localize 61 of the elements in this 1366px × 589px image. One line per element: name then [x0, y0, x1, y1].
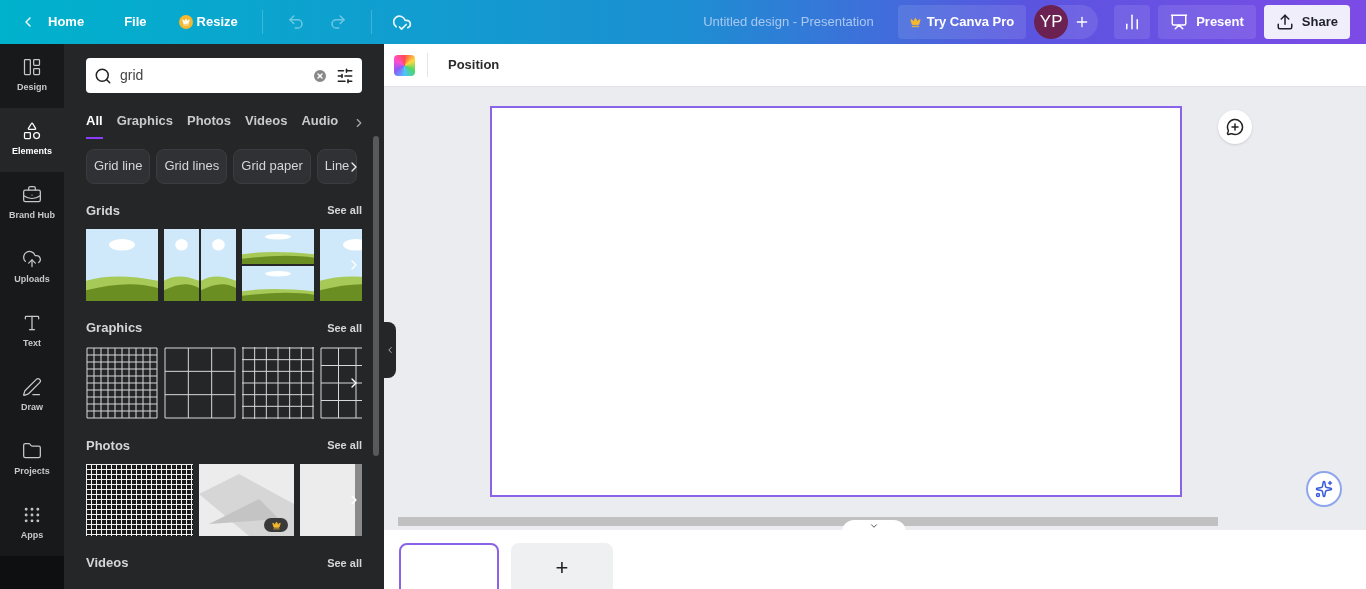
grid-drawing[interactable] — [86, 346, 158, 419]
comment-button[interactable] — [1218, 110, 1252, 144]
sidebar-item[interactable]: Draw — [0, 364, 64, 428]
crown-icon — [178, 15, 193, 29]
sidebar-item[interactable]: Design — [0, 44, 64, 108]
comment-icon — [1226, 118, 1244, 136]
collapse-panel-button[interactable] — [384, 322, 396, 378]
filter-tab[interactable]: Graphics — [116, 107, 173, 139]
suggestion-chip[interactable]: Line — [316, 148, 358, 184]
suggestion-chip[interactable]: Grid line — [86, 148, 151, 184]
chevron-down-icon — [869, 521, 879, 531]
filter-tab[interactable]: Audio — [301, 107, 339, 139]
avatar[interactable]: YP — [1034, 5, 1069, 39]
sidebar-item[interactable]: Uploads — [0, 236, 64, 300]
scrollbar[interactable] — [373, 136, 379, 456]
section-title: Photos — [86, 436, 131, 455]
filter-icon[interactable] — [336, 66, 354, 85]
search-icon — [94, 66, 112, 85]
sparkles-icon — [1315, 480, 1333, 498]
magic-button[interactable] — [1306, 471, 1342, 507]
layout-icon — [22, 57, 42, 78]
section-title: Videos — [86, 554, 129, 572]
sidebar-item[interactable]: Projects — [0, 428, 64, 492]
try-pro-button[interactable]: Try Canva Pro — [897, 5, 1027, 39]
see-all-link[interactable]: See all — [327, 437, 362, 454]
filter-tab[interactable]: All — [86, 107, 103, 139]
sidebar-item[interactable]: Brand Hub — [0, 172, 64, 236]
color-picker-icon[interactable] — [394, 54, 415, 76]
suggestion-chip[interactable]: Grid paper — [233, 148, 311, 184]
page-thumbnail[interactable] — [399, 543, 499, 589]
see-all-link[interactable]: See all — [327, 554, 362, 571]
presentation-icon — [1170, 13, 1189, 31]
present-button[interactable]: Present — [1158, 5, 1256, 39]
share-icon — [1275, 13, 1294, 31]
filter-tab[interactable]: Videos — [245, 107, 288, 139]
see-all-link[interactable]: See all — [327, 319, 362, 336]
section-title: Grids — [86, 201, 120, 220]
add-page-button[interactable]: + — [511, 543, 613, 589]
section-title: Graphics — [86, 319, 143, 337]
search-field[interactable]: grid — [86, 58, 362, 93]
crown-icon — [909, 16, 921, 28]
shapes-icon — [22, 121, 42, 142]
crown-icon — [271, 520, 281, 530]
grid-drawing[interactable] — [164, 346, 236, 419]
search-input[interactable]: grid — [120, 65, 304, 86]
grid-drawing[interactable] — [242, 346, 314, 419]
insights-button[interactable] — [1114, 5, 1151, 39]
share-button[interactable]: Share — [1263, 5, 1350, 39]
upload-icon — [22, 249, 42, 270]
filter-tab[interactable]: Photos — [187, 107, 232, 139]
sidebar-item[interactable]: Elements — [0, 108, 64, 172]
cloud-icon[interactable] — [391, 12, 412, 32]
clear-icon[interactable] — [312, 67, 328, 84]
see-all-link[interactable]: See all — [327, 202, 362, 219]
horizontal-scrollbar[interactable] — [398, 517, 1218, 526]
pen-icon — [22, 377, 42, 398]
chevron-left-icon — [385, 345, 395, 355]
sidebar-item[interactable]: Text — [0, 300, 64, 364]
sidebar-item[interactable]: Apps — [0, 492, 64, 556]
position-button[interactable]: Position — [440, 51, 508, 79]
suggestion-chip[interactable]: Grid lines — [156, 148, 228, 184]
